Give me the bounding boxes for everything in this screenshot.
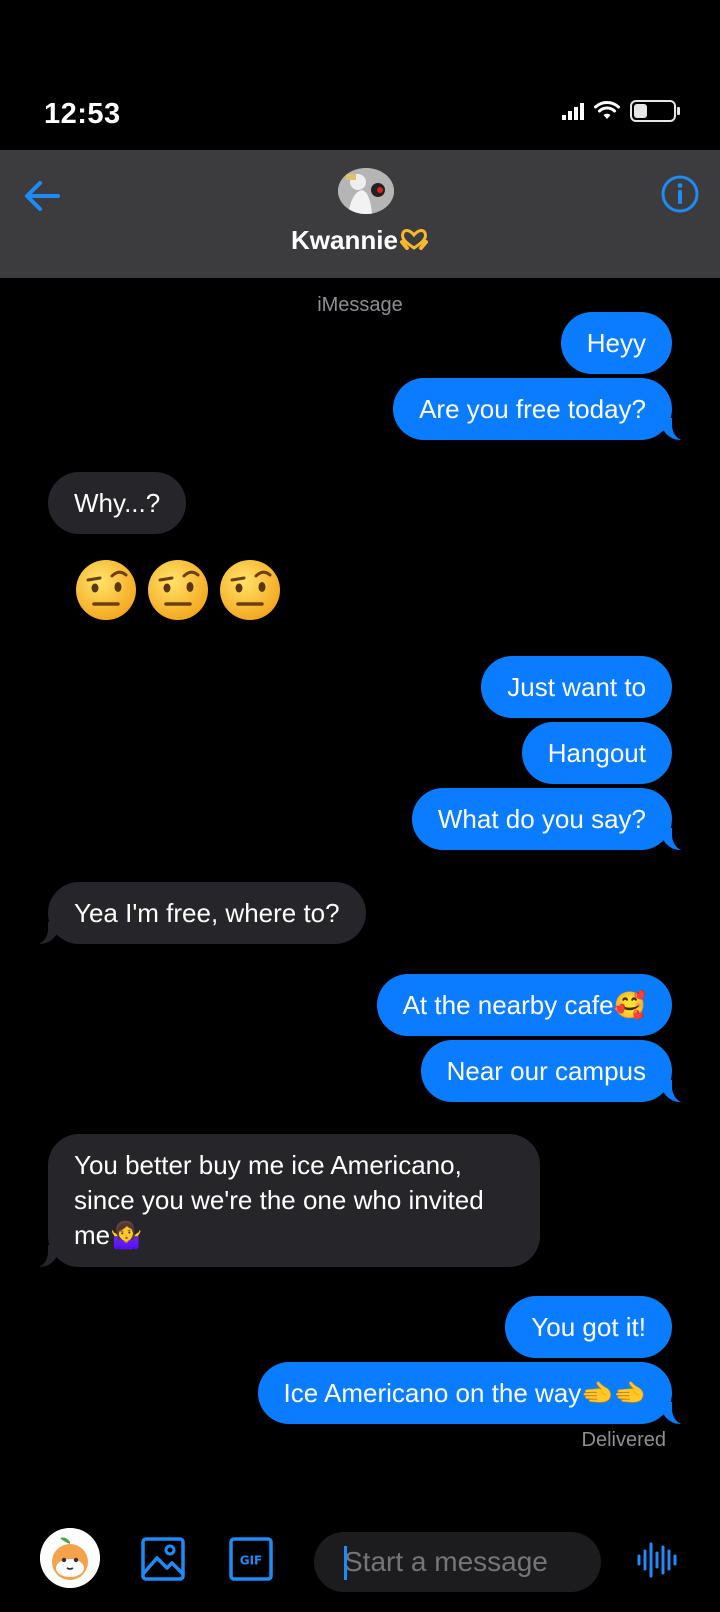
status-icons: [562, 100, 680, 122]
raised-eyebrow-face-icon: [76, 560, 136, 620]
sticker-button[interactable]: [40, 1528, 100, 1588]
message-bubble-sent[interactable]: Heyy: [560, 312, 672, 374]
raised-eyebrow-face-icon: [148, 560, 208, 620]
sticker-mascot-icon: [40, 1528, 100, 1588]
battery-level: [634, 104, 647, 118]
message-thread[interactable]: iMessage Heyy Are you free today? Why...…: [0, 278, 720, 1528]
message-bubble-sent[interactable]: You got it!: [505, 1296, 672, 1358]
battery-icon: [630, 100, 680, 122]
gif-icon: GIF: [229, 1537, 273, 1581]
conversation-header: Kwannie: [0, 150, 720, 278]
message-bubble-sent[interactable]: Hangout: [521, 722, 672, 784]
message-bubble-sent[interactable]: Just want to: [481, 656, 672, 718]
message-bubble-received[interactable]: You better buy me ice Americano, since y…: [26, 1134, 540, 1268]
info-icon[interactable]: [660, 174, 700, 214]
image-icon[interactable]: [140, 1536, 186, 1582]
raised-eyebrow-face-icon: [220, 560, 280, 620]
emoji-message[interactable]: [74, 558, 282, 622]
cellular-signal-icon: [562, 103, 584, 120]
message-bubble-sent[interactable]: Are you free today?: [393, 378, 694, 441]
message-bubble-sent[interactable]: At the nearby cafe🥰: [376, 974, 672, 1036]
message-bubble-received[interactable]: Yea I'm free, where to?: [26, 882, 366, 945]
text-cursor: [344, 1546, 347, 1580]
gif-button[interactable]: GIF: [228, 1536, 274, 1582]
contact-avatar[interactable]: [338, 168, 394, 214]
composer-bar: GIF: [0, 1528, 720, 1612]
message-input[interactable]: [314, 1532, 601, 1592]
status-bar: 12:53: [0, 0, 720, 150]
voice-waveform-icon[interactable]: [636, 1540, 680, 1580]
heart-hands-icon: [399, 229, 428, 250]
wifi-icon: [594, 101, 620, 119]
message-bubble-sent[interactable]: What do you say?: [411, 788, 695, 851]
contact-name-text: Kwannie: [291, 225, 398, 255]
gif-label: GIF: [240, 1554, 263, 1568]
back-arrow-icon[interactable]: [18, 172, 66, 220]
message-bubble-sent[interactable]: Near our campus: [420, 1040, 695, 1103]
status-time: 12:53: [44, 98, 121, 130]
message-bubble-sent[interactable]: Ice Americano on the way🫲🫲: [257, 1362, 695, 1425]
contact-name[interactable]: Kwannie: [0, 225, 720, 256]
delivery-status: Delivered: [581, 1429, 666, 1451]
message-bubble-received[interactable]: Why...?: [48, 472, 187, 534]
